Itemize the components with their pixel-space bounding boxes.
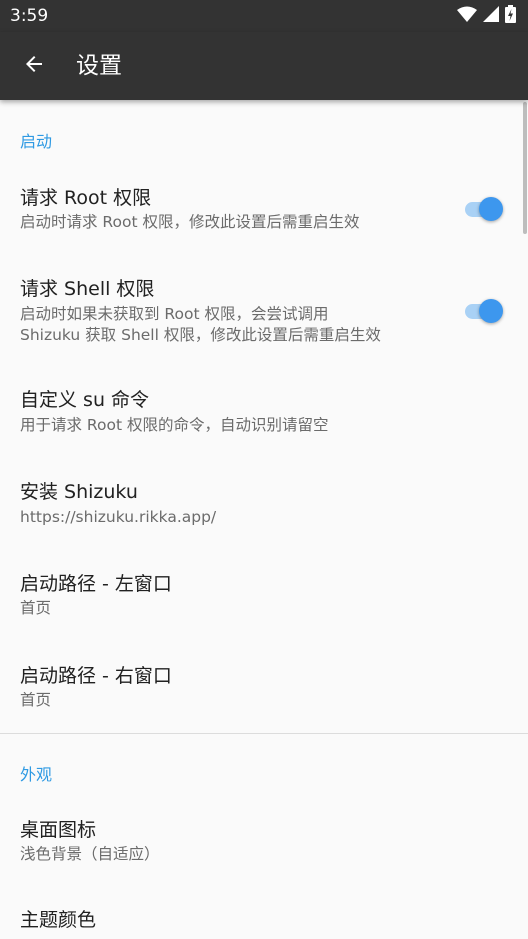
scrollbar[interactable] xyxy=(523,102,527,234)
battery-charging-icon xyxy=(505,5,516,27)
category-startup-header: 启动 xyxy=(20,132,53,151)
settings-list[interactable]: 启动 请求 Root 权限 启动时请求 Root 权限，修改此设置后需重启生效 … xyxy=(0,100,528,939)
arrow-left-icon xyxy=(22,52,46,80)
switch-thumb xyxy=(479,299,503,323)
switch-thumb xyxy=(479,197,503,221)
pref-request-shell[interactable]: 请求 Shell 权限 启动时如果未获取到 Root 权限，会尝试调用 Shiz… xyxy=(0,260,522,362)
status-icons xyxy=(457,5,516,27)
pref-start-path-left-title: 启动路径 - 左窗口 xyxy=(20,573,172,595)
settings-screen: 3:59 设置 启动 请求 Root 权限 启动时请求 Root 权限，修改此设… xyxy=(0,0,528,939)
pref-request-root-summary: 启动时请求 Root 权限，修改此设置后需重启生效 xyxy=(20,213,360,231)
pref-launcher-icon-summary: 浅色背景（自适应） xyxy=(20,845,160,863)
pref-theme-color[interactable]: 主题颜色 xyxy=(0,894,522,939)
pref-start-path-left-summary: 首页 xyxy=(20,599,52,617)
pref-launcher-icon-title: 桌面图标 xyxy=(20,819,97,841)
request-shell-switch[interactable] xyxy=(463,299,503,323)
page-title: 设置 xyxy=(76,53,122,79)
pref-start-path-right-title: 启动路径 - 右窗口 xyxy=(20,665,172,687)
pref-request-root[interactable]: 请求 Root 权限 启动时请求 Root 权限，修改此设置后需重启生效 xyxy=(0,170,522,252)
pref-request-root-title: 请求 Root 权限 xyxy=(20,187,152,209)
pref-custom-su-summary: 用于请求 Root 权限的命令，自动识别请留空 xyxy=(20,416,329,434)
back-button[interactable] xyxy=(14,46,54,86)
category-appearance-header: 外观 xyxy=(20,765,53,784)
pref-request-shell-summary-line2: Shizuku 获取 Shell 权限，修改此设置后需重启生效 xyxy=(20,326,381,344)
pref-theme-color-title: 主题颜色 xyxy=(20,909,97,931)
status-time: 3:59 xyxy=(10,6,49,26)
pref-request-shell-summary-line1: 启动时如果未获取到 Root 权限，会尝试调用 xyxy=(20,305,329,323)
pref-install-shizuku-summary: https://shizuku.rikka.app/ xyxy=(20,508,217,526)
pref-launcher-icon[interactable]: 桌面图标 浅色背景（自适应） xyxy=(0,802,522,884)
status-bar: 3:59 xyxy=(0,0,528,32)
pref-request-shell-title: 请求 Shell 权限 xyxy=(20,278,155,300)
wifi-icon xyxy=(457,6,477,26)
cell-signal-icon xyxy=(483,6,499,26)
pref-install-shizuku-title: 安装 Shizuku xyxy=(20,481,138,503)
pref-start-path-right-summary: 首页 xyxy=(20,691,52,709)
pref-start-path-right[interactable]: 启动路径 - 右窗口 首页 xyxy=(0,648,522,730)
toolbar: 设置 xyxy=(0,32,528,100)
section-divider xyxy=(0,733,528,734)
pref-install-shizuku[interactable]: 安装 Shizuku https://shizuku.rikka.app/ xyxy=(0,464,522,546)
pref-custom-su-title: 自定义 su 命令 xyxy=(20,389,150,411)
pref-start-path-left[interactable]: 启动路径 - 左窗口 首页 xyxy=(0,556,522,638)
request-root-switch[interactable] xyxy=(463,197,503,221)
pref-custom-su[interactable]: 自定义 su 命令 用于请求 Root 权限的命令，自动识别请留空 xyxy=(0,372,522,454)
